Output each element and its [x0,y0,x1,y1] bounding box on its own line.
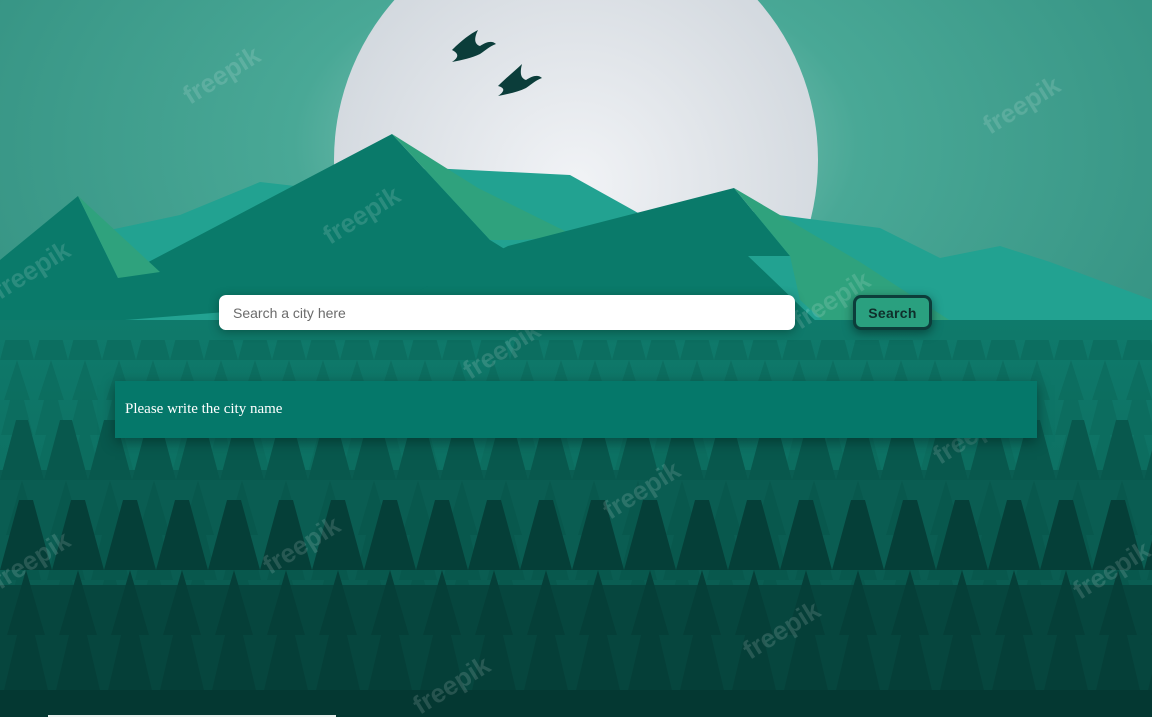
search-button[interactable]: Search [853,295,932,330]
result-message: Please write the city name [125,401,283,417]
search-bar: Search [219,295,933,331]
forest-near [0,500,1152,717]
result-panel: Please write the city name [115,381,1037,438]
landscape-background: freepik freepik freepik freepik freepik … [0,0,1152,717]
city-search-input[interactable] [219,295,795,330]
